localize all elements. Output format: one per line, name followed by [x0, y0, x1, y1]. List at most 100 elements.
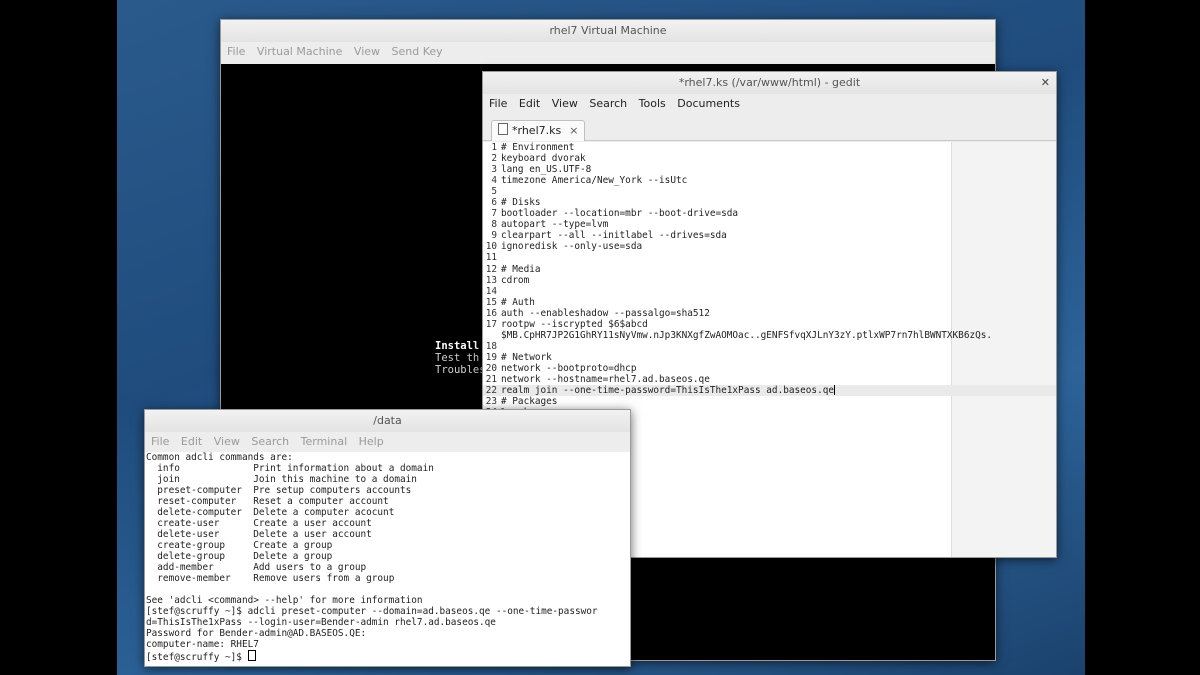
line-text: rootpw --iscrypted $6$abcd — [501, 318, 648, 330]
close-icon[interactable]: ✕ — [1041, 72, 1050, 94]
code-view: 1 # Environment 2 keyboard dvorak 3 lang en_U… — [483, 142, 1056, 451]
tab-rhel7-ks[interactable]: *rhel7.ks × — [491, 120, 586, 141]
terminal-line: reset-computer Reset a computer account — [146, 496, 389, 507]
terminal-line: add-member Add users to a group — [146, 562, 367, 573]
code-line: 2 keyboard dvorak — [483, 153, 1056, 164]
line-text: network --hostname=rhel7.ad.baseos.qe — [501, 373, 710, 385]
terminal-cursor — [247, 650, 256, 661]
code-line: 11 — [483, 252, 1056, 263]
vm-menu-file[interactable]: File — [227, 45, 245, 58]
line-number: 22 — [485, 385, 497, 397]
terminal-menu-search[interactable]: Search — [251, 435, 289, 448]
terminal-titlebar[interactable]: /data — [145, 410, 630, 432]
line-number: 20 — [485, 362, 497, 374]
code-line: 16 auth --enableshadow --passalgo=sha512 — [483, 308, 1056, 319]
vm-titlebar[interactable]: rhel7 Virtual Machine — [221, 20, 995, 42]
terminal-line: delete-group Delete a group — [146, 551, 333, 562]
line-text: # Disks — [501, 197, 541, 209]
line-number: 23 — [485, 396, 497, 408]
line-text: # Network — [501, 351, 552, 363]
terminal-line: computer-name: RHEL7 — [146, 639, 259, 650]
vm-menubar: File Virtual Machine View Send Key — [221, 42, 995, 62]
gedit-menu-edit[interactable]: Edit — [519, 97, 540, 110]
line-text: autopart --type=lvm — [501, 219, 609, 231]
code-line: 5 — [483, 186, 1056, 197]
gedit-menu-search[interactable]: Search — [589, 97, 627, 110]
letterbox-left — [0, 0, 117, 675]
terminal-title: /data — [373, 414, 402, 427]
terminal-menu-edit[interactable]: Edit — [181, 435, 202, 448]
line-text: ignoredisk --only-use=sda — [501, 241, 643, 253]
code-line: 15 # Auth — [483, 297, 1056, 308]
line-text: # Media — [501, 263, 541, 275]
gedit-titlebar[interactable]: *rhel7.ks (/var/www/html) - gedit ✕ — [483, 72, 1056, 94]
console-line: Troubles — [435, 364, 486, 376]
vm-menu-view[interactable]: View — [354, 45, 380, 58]
line-text: keyboard dvorak — [501, 153, 586, 165]
code-line: 9 clearpart --all --initlabel --drives=sd… — [483, 230, 1056, 241]
code-line: 3 lang en_US.UTF-8 — [483, 164, 1056, 175]
code-line: 20 network --bootproto=dhcp — [483, 363, 1056, 374]
terminal-menu-view[interactable]: View — [214, 435, 240, 448]
vm-menu-virtual-machine[interactable]: Virtual Machine — [257, 45, 343, 58]
line-text: bootloader --location=mbr --boot-drive=s… — [501, 208, 739, 220]
line-text: cdrom — [501, 274, 530, 286]
terminal-line: preset-computer Pre setup computers acco… — [146, 485, 412, 496]
tab-label: *rhel7.ks — [512, 124, 562, 137]
line-number: 11 — [485, 252, 497, 264]
terminal-line: [stef@scruffy ~]$ adcli preset-computer … — [146, 606, 598, 617]
line-number: 3 — [491, 164, 497, 176]
vm-title: rhel7 Virtual Machine — [549, 24, 667, 37]
terminal-screen[interactable]: Common adcli commands are: info Print in… — [145, 452, 630, 666]
line-number: 8 — [491, 219, 497, 231]
code-line: 4 timezone America/New_York --isUtc — [483, 175, 1056, 186]
terminal-menubar: File Edit View Search Terminal Help — [145, 432, 630, 452]
terminal-line: delete-user Delete a user account — [146, 529, 372, 540]
terminal-menu-terminal[interactable]: Terminal — [301, 435, 348, 448]
line-number: 6 — [491, 197, 497, 209]
tab-close-icon[interactable]: × — [569, 124, 578, 137]
line-number: 15 — [485, 296, 497, 308]
terminal-line: delete-computer Delete a computer acocun… — [146, 507, 395, 518]
line-text: realm join --one-time-password=ThisIsThe… — [501, 385, 835, 397]
code-line: 23 # Packages — [483, 396, 1056, 407]
line-number: 14 — [485, 285, 497, 297]
line-text: # Auth — [501, 296, 535, 308]
code-line: 22 realm join --one-time-password=ThisIsT… — [483, 385, 1056, 397]
gedit-menu-file[interactable]: File — [489, 97, 507, 110]
code-line: 21 network --hostname=rhel7.ad.baseos.qe — [483, 374, 1056, 385]
line-number: 9 — [491, 230, 497, 242]
terminal-prompt-line: [stef@scruffy ~]$ — [146, 650, 630, 663]
gedit-menu-documents[interactable]: Documents — [677, 97, 740, 110]
code-line: 10 ignoredisk --only-use=sda — [483, 241, 1056, 252]
code-line: 7 bootloader --location=mbr --boot-drive=… — [483, 208, 1056, 219]
gedit-menu-view[interactable]: View — [552, 97, 578, 110]
terminal-line: See 'adcli <command> --help' for more in… — [146, 595, 423, 606]
line-text: auth --enableshadow --passalgo=sha512 — [501, 307, 710, 319]
terminal-menu-help[interactable]: Help — [359, 435, 384, 448]
line-text: clearpart --all --initlabel --drives=sda — [501, 230, 727, 242]
code-line: 12 # Media — [483, 264, 1056, 275]
gedit-title: *rhel7.ks (/var/www/html) - gedit — [678, 76, 861, 89]
line-text: # Environment — [501, 142, 575, 153]
line-text: lang en_US.UTF-8 — [501, 164, 592, 176]
code-line: 17 rootpw --iscrypted $6$abcd — [483, 319, 1056, 330]
terminal-menu-file[interactable]: File — [151, 435, 169, 448]
line-number: 21 — [485, 373, 497, 385]
line-number: 18 — [485, 340, 497, 352]
line-number: 16 — [485, 307, 497, 319]
line-number: 5 — [491, 186, 497, 198]
terminal-line: d=ThisIsThe1xPass --login-user=Bender-ad… — [146, 617, 496, 628]
vm-console-text: Install Test th Troubles — [435, 340, 486, 376]
code-line: 1 # Environment — [483, 142, 1056, 153]
code-line: 8 autopart --type=lvm — [483, 219, 1056, 230]
line-text: $MB.CpHR7JP2G1GhRY11sNyVmw.nJp3KNXgfZwAO… — [501, 329, 993, 341]
line-number: 17 — [485, 318, 497, 330]
line-number: 4 — [491, 175, 497, 187]
console-line: Install — [435, 340, 480, 352]
terminal-output: Common adcli commands are: info Print in… — [145, 452, 630, 663]
vm-menu-send-key[interactable]: Send Key — [392, 45, 443, 58]
line-number: 12 — [485, 263, 497, 275]
gedit-menu-tools[interactable]: Tools — [639, 97, 666, 110]
